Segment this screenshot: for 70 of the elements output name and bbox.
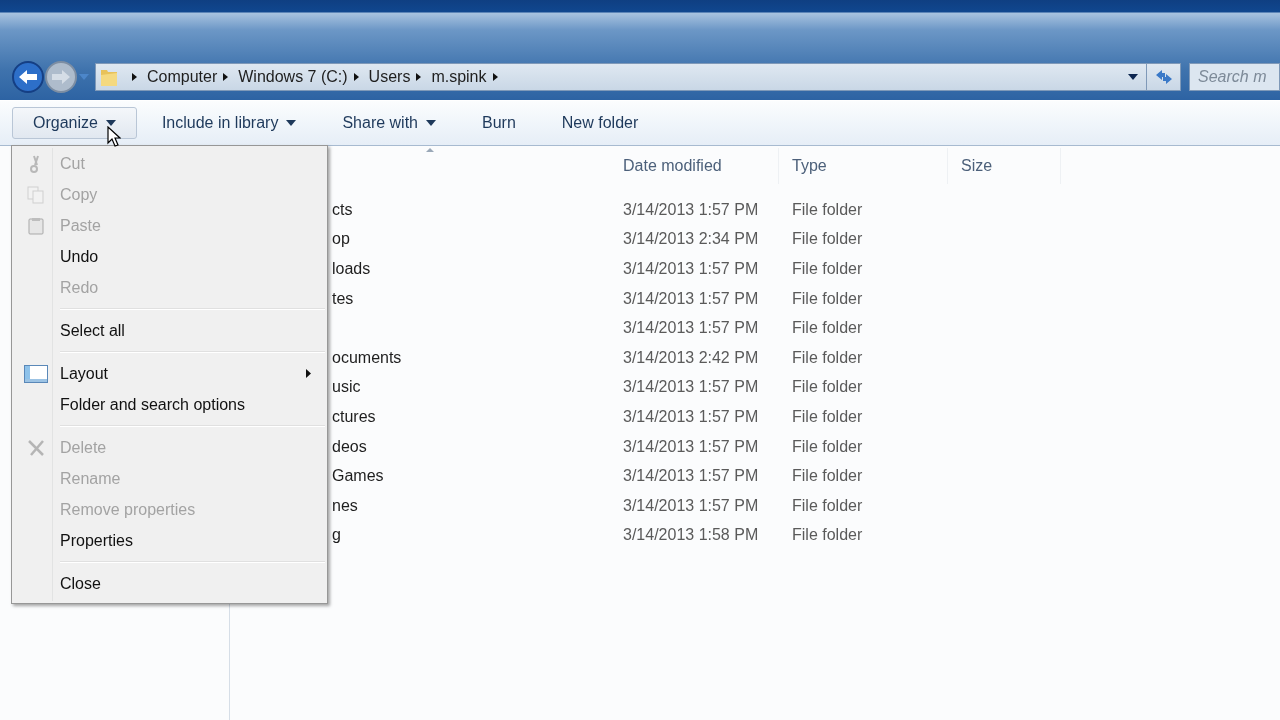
menu-item[interactable]: Close — [12, 568, 327, 599]
toolbar-button[interactable]: Share with — [321, 107, 457, 139]
clipboard-icon — [28, 216, 44, 235]
table-cell: File folder — [792, 200, 863, 218]
table-cell: File folder — [792, 467, 863, 485]
table-cell: File folder — [792, 260, 863, 277]
chevron-icon — [223, 73, 229, 81]
dropdown-arrow-icon[interactable] — [1128, 74, 1138, 80]
address-bar[interactable]: Computer Windows 7 (C:) Users m.spink — [95, 63, 1147, 91]
table-cell: File folder — [792, 378, 863, 396]
file-name[interactable]: usic — [332, 378, 361, 396]
breadcrumb[interactable]: Windows 7 (C:) — [238, 68, 348, 86]
table-cell: 3/14/2013 1:57 PM — [623, 289, 759, 307]
column-header[interactable]: Type — [779, 148, 948, 184]
table-cell: File folder — [792, 496, 863, 514]
file-name[interactable]: g — [332, 526, 341, 544]
chevron-icon — [132, 73, 137, 81]
back-button[interactable] — [11, 60, 45, 94]
layout-icon — [24, 364, 48, 383]
file-name[interactable]: nes — [332, 496, 358, 514]
file-name[interactable]: tes — [332, 289, 354, 307]
table-cell: 3/14/2013 1:57 PM — [623, 260, 759, 277]
toolbar-button[interactable]: New folder — [540, 107, 660, 139]
table-cell: File folder — [792, 289, 863, 307]
menu-item[interactable]: Layout — [12, 358, 327, 389]
menu-item[interactable]: Select all — [12, 315, 327, 346]
toolbar-button[interactable]: Organize — [12, 107, 137, 139]
table-cell: File folder — [792, 319, 863, 337]
chevron-icon — [416, 73, 422, 81]
menu-item[interactable]: Folder and search options — [12, 389, 327, 420]
delete-icon — [27, 438, 45, 457]
search-field[interactable]: Search m — [1189, 63, 1280, 91]
file-name[interactable]: deos — [332, 437, 367, 455]
table-cell: File folder — [792, 348, 863, 366]
breadcrumb[interactable]: m.spink — [431, 68, 487, 86]
folder-icon — [100, 67, 118, 87]
toolbar-button[interactable]: Include in library — [140, 107, 318, 139]
table-cell: 3/14/2013 1:57 PM — [623, 200, 759, 218]
table-cell: 3/14/2013 2:42 PM — [623, 348, 759, 366]
sort-arrow-icon — [426, 148, 434, 152]
breadcrumb[interactable]: Computer — [147, 68, 218, 86]
file-name[interactable]: Games — [332, 467, 384, 485]
column-header[interactable]: Size — [948, 148, 1061, 184]
table-cell: File folder — [792, 437, 863, 455]
table-cell: File folder — [792, 407, 863, 425]
file-name[interactable]: op — [332, 230, 350, 248]
copy-icon — [27, 185, 45, 204]
table-cell: 3/14/2013 1:57 PM — [623, 467, 759, 485]
file-name[interactable]: loads — [332, 260, 371, 277]
breadcrumb[interactable]: Users — [368, 68, 411, 86]
table-cell: 3/14/2013 2:34 PM — [623, 230, 759, 248]
file-name[interactable]: ctures — [332, 407, 376, 425]
menu-item[interactable]: Properties — [12, 525, 327, 556]
file-name[interactable]: ocuments — [332, 348, 402, 366]
table-cell: 3/14/2013 1:57 PM — [623, 407, 759, 425]
table-cell: 3/14/2013 1:57 PM — [623, 378, 759, 396]
forward-button[interactable] — [44, 60, 78, 94]
table-cell: File folder — [792, 526, 863, 544]
chevron-icon — [492, 73, 498, 81]
file-name[interactable]: cts — [332, 200, 353, 218]
menu-item[interactable]: Undo — [12, 241, 327, 272]
table-cell: 3/14/2013 1:57 PM — [623, 437, 759, 455]
table-cell: File folder — [792, 230, 863, 248]
refresh-button[interactable] — [1147, 63, 1181, 91]
table-cell: 3/14/2013 1:57 PM — [623, 319, 759, 337]
table-cell: 3/14/2013 1:57 PM — [623, 496, 759, 514]
toolbar-button[interactable]: Burn — [461, 107, 537, 139]
table-cell: 3/14/2013 1:58 PM — [623, 526, 759, 544]
chevron-icon — [353, 73, 359, 81]
column-header[interactable]: Date modified — [610, 148, 779, 184]
